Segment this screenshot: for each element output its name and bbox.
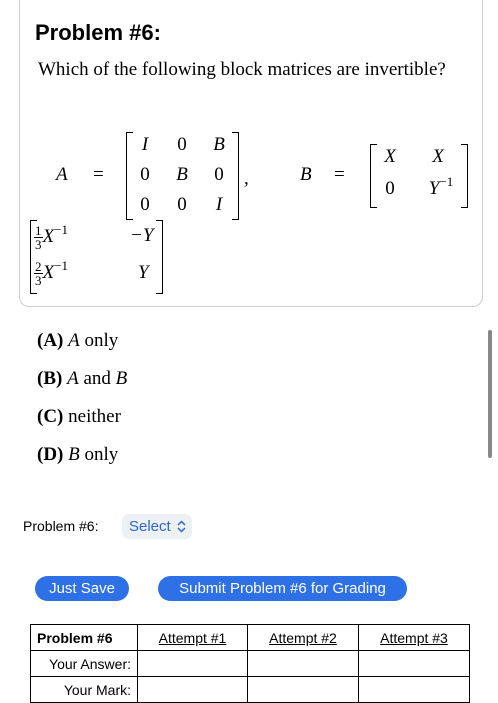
matrix-b-cell: X [384, 146, 396, 167]
attempt-1-link[interactable]: Attempt #1 [137, 624, 248, 651]
mark-cell [358, 676, 470, 703]
choice-c: (C) neither [37, 406, 121, 427]
scrollbar[interactable] [488, 330, 492, 458]
answer-select[interactable]: Select [122, 514, 192, 539]
matrix-c-cell: 2 3 X−1 [34, 257, 68, 288]
table-row: Your Mark: [30, 676, 470, 703]
table-row: Your Answer: [30, 650, 470, 677]
problem-title: Problem #6: [35, 20, 161, 45]
matrix-b-label: B [300, 164, 312, 185]
mark-cell [247, 676, 359, 703]
matrix-a-cell: 0 [177, 194, 187, 215]
matrix-a-cell: B [176, 164, 188, 185]
answer-label: Problem #6: [23, 518, 99, 534]
equals-sign-b: = [334, 164, 345, 185]
table-header-row: Problem #6 Attempt #1 Attempt #2 Attempt… [30, 624, 470, 651]
just-save-button[interactable]: Just Save [35, 576, 129, 601]
attempt-3-link[interactable]: Attempt #3 [358, 624, 470, 651]
attempt-2-link[interactable]: Attempt #2 [247, 624, 359, 651]
matrix-b-right-bracket [461, 144, 468, 208]
matrix-a-cell: 0 [140, 194, 150, 215]
matrix-a-label: A [56, 164, 68, 185]
choice-b: (B) A and B [37, 368, 128, 389]
choice-a: (A) A only [37, 330, 119, 351]
matrix-c: 1 3 X−1 −Y 2 3 X−1 Y [34, 220, 164, 292]
matrix-a-cell: 0 [214, 164, 224, 185]
matrix-c-right-bracket [156, 220, 163, 294]
matrix-a-cell: 0 [177, 134, 187, 155]
comma: , [244, 168, 249, 189]
matrix-a-right-bracket [232, 132, 239, 220]
answer-select-value: Select [129, 518, 171, 535]
matrix-b-cell: 0 [385, 178, 395, 199]
choice-d: (D) B only [37, 444, 119, 465]
matrix-b-cell: Y−1 [428, 174, 454, 199]
matrix-a: I 0 B 0 B 0 0 0 I [130, 134, 240, 220]
mark-cell [137, 676, 248, 703]
chevron-up-down-icon [177, 514, 186, 547]
matrix-b-cell: X [432, 146, 444, 167]
question-text: Which of the following block matrices ar… [38, 59, 446, 80]
your-mark-label: Your Mark: [30, 676, 138, 703]
matrix-b: X X 0 Y−1 [375, 146, 465, 206]
matrix-c-cell: Y [138, 262, 149, 283]
matrix-c-cell: 1 3 X−1 [34, 221, 68, 252]
matrix-a-cell: I [141, 134, 149, 155]
answer-cell [358, 650, 470, 677]
attempts-table: Problem #6 Attempt #1 Attempt #2 Attempt… [30, 624, 470, 703]
answer-cell [137, 650, 248, 677]
table-header-problem: Problem #6 [30, 624, 138, 651]
equals-sign-a: = [93, 164, 104, 185]
submit-button[interactable]: Submit Problem #6 for Grading [158, 576, 407, 601]
matrix-a-cell: I [215, 194, 223, 215]
matrix-a-cell: B [213, 134, 225, 155]
matrix-a-cell: 0 [140, 164, 150, 185]
answer-cell [247, 650, 359, 677]
your-answer-label: Your Answer: [30, 650, 138, 677]
matrix-c-cell: −Y [130, 225, 154, 246]
